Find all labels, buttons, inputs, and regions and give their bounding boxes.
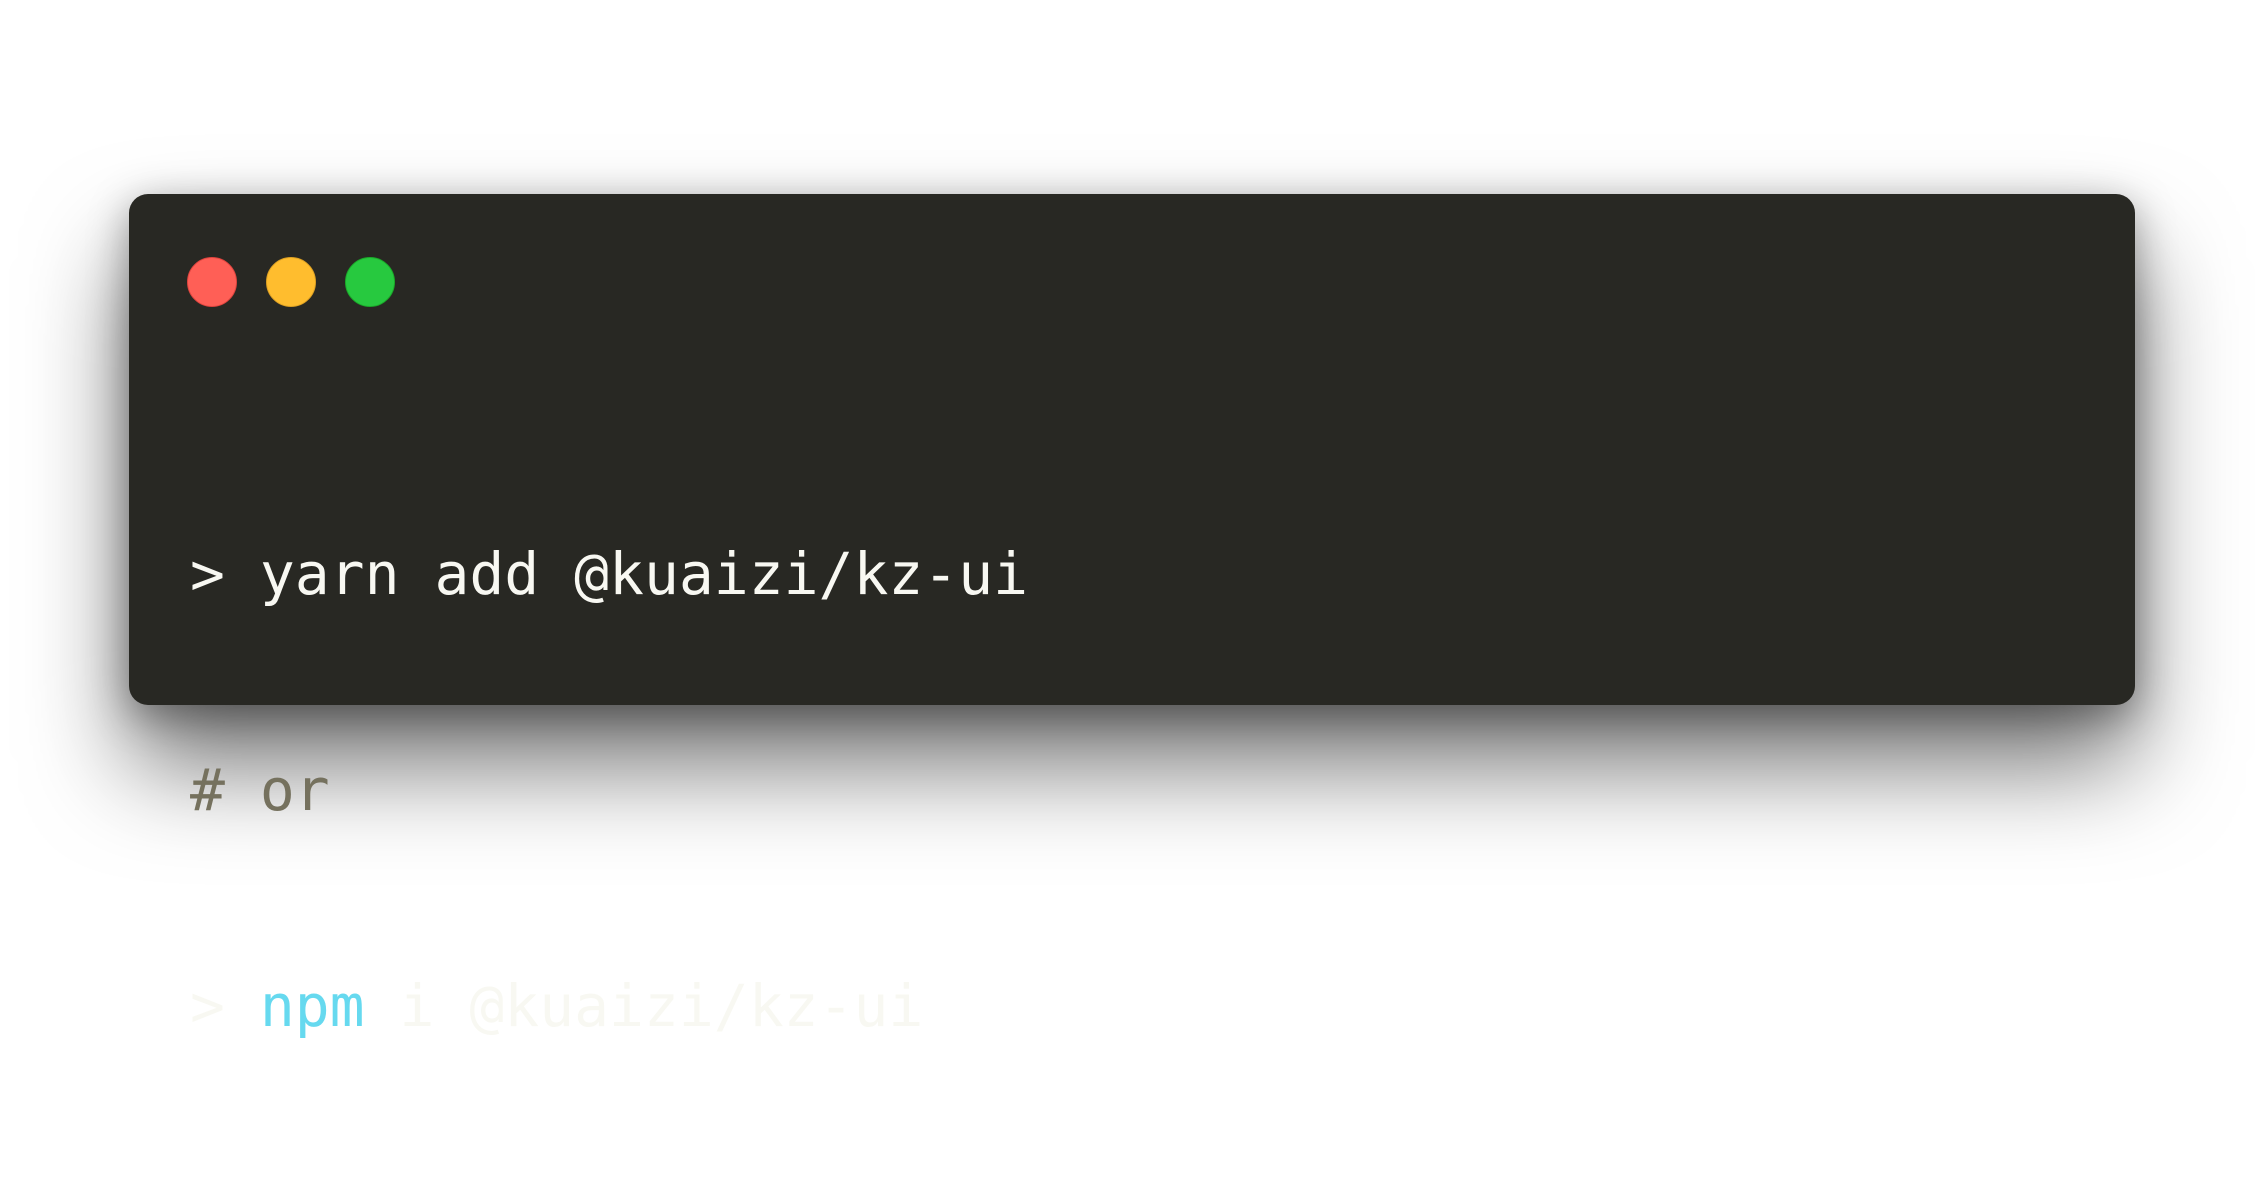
close-button[interactable] <box>187 257 237 307</box>
prompt-symbol: > <box>190 540 260 608</box>
code-text: yarn add @kuaizi/kz-ui <box>259 540 1029 608</box>
code-text: i @kuaizi/kz-ui <box>364 972 924 1040</box>
window-controls <box>187 257 395 307</box>
code-comment: # or <box>190 756 330 824</box>
code-line-3: > npm i @kuaizi/kz-ui <box>190 970 1028 1042</box>
code-line-1: > yarn add @kuaizi/kz-ui <box>190 538 1028 610</box>
minimize-button[interactable] <box>266 257 316 307</box>
code-command: npm <box>259 972 365 1040</box>
code-line-2: # or <box>190 754 1028 826</box>
code-block: > yarn add @kuaizi/kz-ui # or > npm i @k… <box>190 394 1028 1186</box>
prompt-symbol: > <box>190 972 260 1040</box>
maximize-button[interactable] <box>345 257 395 307</box>
terminal-window: > yarn add @kuaizi/kz-ui # or > npm i @k… <box>129 194 2135 1040</box>
